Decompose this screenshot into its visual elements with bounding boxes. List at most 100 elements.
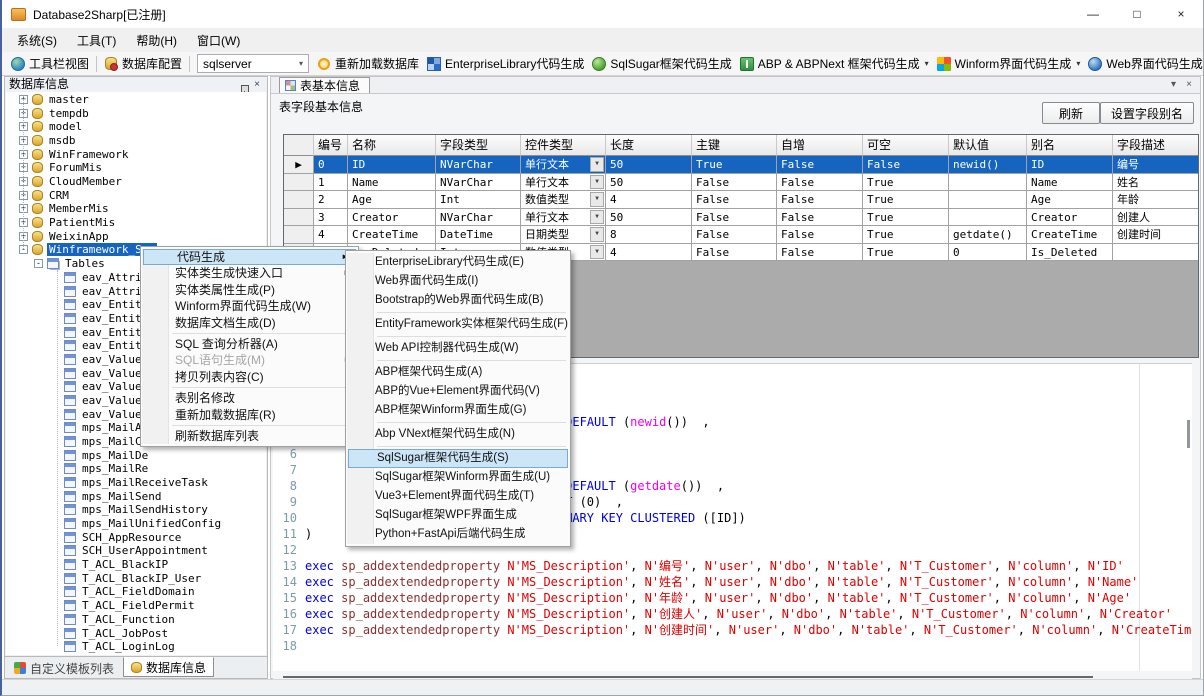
grid-cell[interactable]: False: [777, 244, 863, 262]
menu-item[interactable]: Web界面代码生成(I): [347, 272, 569, 291]
menu-item[interactable]: 刷新数据库列表: [142, 428, 357, 444]
tree-item[interactable]: mps_MailReceiveTask: [64, 476, 210, 489]
menu-item[interactable]: 实体类属性生成(P): [142, 282, 357, 298]
grid-cell[interactable]: 50: [606, 156, 692, 174]
grid-cell[interactable]: newid(): [949, 156, 1027, 174]
table-row[interactable]: 4CreateTimeDateTime日期类型▼8FalseFalseTrueg…: [284, 226, 1198, 244]
grid-cell[interactable]: 50: [606, 209, 692, 227]
tree-item[interactable]: +ForumMis: [19, 161, 104, 174]
tree-item[interactable]: +tempdb: [19, 107, 91, 120]
grid-cell[interactable]: CreateTime: [1027, 226, 1113, 244]
grid-column-header[interactable]: 自增: [777, 135, 863, 156]
grid-cell[interactable]: True: [863, 174, 949, 192]
grid-cell[interactable]: [1113, 244, 1199, 262]
tree-item[interactable]: mps_MailRe: [64, 462, 150, 475]
grid-column-header[interactable]: 编号: [314, 135, 348, 156]
grid-cell[interactable]: Int: [436, 191, 521, 209]
tree-item[interactable]: mps_MailCo: [64, 435, 150, 448]
grid-cell[interactable]: Name: [1027, 174, 1113, 192]
toolbar-reload-button[interactable]: 重新加载数据库: [313, 53, 423, 74]
grid-column-header[interactable]: 字段类型: [436, 135, 521, 156]
grid-cell[interactable]: Creator: [1027, 209, 1113, 227]
toolbar-view-button[interactable]: 工具栏视图: [7, 53, 93, 74]
tree-item[interactable]: eav_Entity: [64, 298, 150, 311]
grid-cell[interactable]: True: [863, 244, 949, 262]
grid-cell[interactable]: CreateTime: [348, 226, 436, 244]
menu-item[interactable]: 表别名修改: [142, 390, 357, 406]
toolbar-web-button[interactable]: Web界面代码生成 ▾: [1084, 53, 1203, 74]
grid-cell[interactable]: NVarChar: [436, 174, 521, 192]
tree-item[interactable]: +model: [19, 120, 84, 133]
grid-cell[interactable]: DateTime: [436, 226, 521, 244]
menu-item[interactable]: EnterpriseLibrary代码生成(E): [347, 253, 569, 272]
menu-item[interactable]: Web API控制器代码生成(W): [347, 339, 569, 358]
toolbar-winform-button[interactable]: Winform界面代码生成 ▾: [933, 53, 1085, 74]
grid-column-header[interactable]: 主键: [692, 135, 777, 156]
control-type-combo-cell[interactable]: 日期类型▼: [521, 226, 606, 244]
tree-item[interactable]: +MemberMis: [19, 202, 111, 215]
menu-item[interactable]: SQL 查询分析器(A): [142, 336, 357, 352]
menu-item[interactable]: Bootstrap的Web界面代码生成(B): [347, 291, 569, 310]
grid-cell[interactable]: 0: [949, 244, 1027, 262]
menubar-item-1[interactable]: 工具(T): [67, 28, 126, 52]
menubar-item-2[interactable]: 帮助(H): [126, 28, 187, 52]
menu-item[interactable]: ABP的Vue+Element界面代码(V): [347, 382, 569, 401]
control-type-combo-cell[interactable]: 单行文本▼: [521, 209, 606, 227]
cell-dropdown-icon[interactable]: ▼: [590, 192, 604, 207]
grid-column-header[interactable]: 控件类型: [521, 135, 606, 156]
grid-cell[interactable]: [949, 191, 1027, 209]
grid-cell[interactable]: False: [777, 209, 863, 227]
tree-item[interactable]: SCH_AppResource: [64, 531, 183, 544]
grid-cell[interactable]: Creator: [348, 209, 436, 227]
tree-item[interactable]: -Tables: [34, 257, 107, 270]
tree-item[interactable]: +PatientMis: [19, 216, 117, 229]
menu-item[interactable]: 拷贝列表内容(C): [142, 369, 357, 385]
grid-cell[interactable]: 姓名: [1113, 174, 1199, 192]
menubar-item-0[interactable]: 系统(S): [7, 28, 67, 52]
menu-item[interactable]: SQL语句生成(M)►: [142, 352, 357, 368]
row-header-cell[interactable]: [284, 174, 314, 192]
grid-cell[interactable]: 0: [314, 156, 348, 174]
tree-item[interactable]: T_ACL_Function: [64, 613, 177, 626]
cell-dropdown-icon[interactable]: ▼: [590, 245, 604, 260]
refresh-button[interactable]: 刷新: [1042, 102, 1100, 124]
grid-cell[interactable]: True: [692, 156, 777, 174]
grid-cell[interactable]: getdate(): [949, 226, 1027, 244]
tree-item[interactable]: mps_MailAt: [64, 421, 150, 434]
grid-column-header[interactable]: 默认值: [949, 135, 1027, 156]
grid-cell[interactable]: False: [863, 156, 949, 174]
grid-cell[interactable]: False: [692, 174, 777, 192]
grid-cell[interactable]: NVarChar: [436, 209, 521, 227]
toolbar-enterpriselibrary-button[interactable]: EnterpriseLibrary代码生成: [423, 53, 588, 74]
grid-column-header[interactable]: 可空: [863, 135, 949, 156]
control-type-combo-cell[interactable]: 单行文本▼: [521, 156, 606, 174]
grid-cell[interactable]: ID: [1027, 156, 1113, 174]
tree-item[interactable]: T_ACL_BlackIP_User: [64, 572, 203, 585]
grid-column-header[interactable]: 别名: [1027, 135, 1113, 156]
tree-item[interactable]: +CRM: [19, 189, 71, 202]
menu-item[interactable]: Winform界面代码生成(W): [142, 298, 357, 314]
menu-item[interactable]: 数据库文档生成(D): [142, 315, 357, 331]
menu-item[interactable]: ABP框架代码生成(A): [347, 363, 569, 382]
tree-item[interactable]: +WinFramework: [19, 148, 130, 161]
tab-close-icon[interactable]: ×: [1186, 79, 1192, 90]
menu-item[interactable]: Python+FastApi后端代码生成: [347, 525, 569, 544]
tree-item[interactable]: eav_Attrib: [64, 271, 150, 284]
tree-item[interactable]: eav_Entity: [64, 326, 150, 339]
grid-cell[interactable]: Name: [348, 174, 436, 192]
tree-item[interactable]: T_ACL_FieldDomain: [64, 585, 197, 598]
grid-cell[interactable]: 年龄: [1113, 191, 1199, 209]
collapse-icon[interactable]: -: [34, 259, 43, 268]
grid-cell[interactable]: False: [692, 244, 777, 262]
tree-item[interactable]: T_ACL_JobPost: [64, 627, 170, 640]
grid-cell[interactable]: False: [777, 191, 863, 209]
chevron-down-icon[interactable]: ▾: [1076, 59, 1080, 68]
grid-cell[interactable]: 编号: [1113, 156, 1199, 174]
grid-cell[interactable]: 4: [606, 191, 692, 209]
grid-cell[interactable]: [949, 209, 1027, 227]
menu-item[interactable]: SqlSugar框架Winform界面生成(U): [347, 468, 569, 487]
tree-item[interactable]: SCH_UserAppointment: [64, 544, 210, 557]
row-header-cell[interactable]: [284, 226, 314, 244]
grid-cell[interactable]: ID: [348, 156, 436, 174]
minimize-button-icon[interactable]: —: [1071, 0, 1115, 28]
